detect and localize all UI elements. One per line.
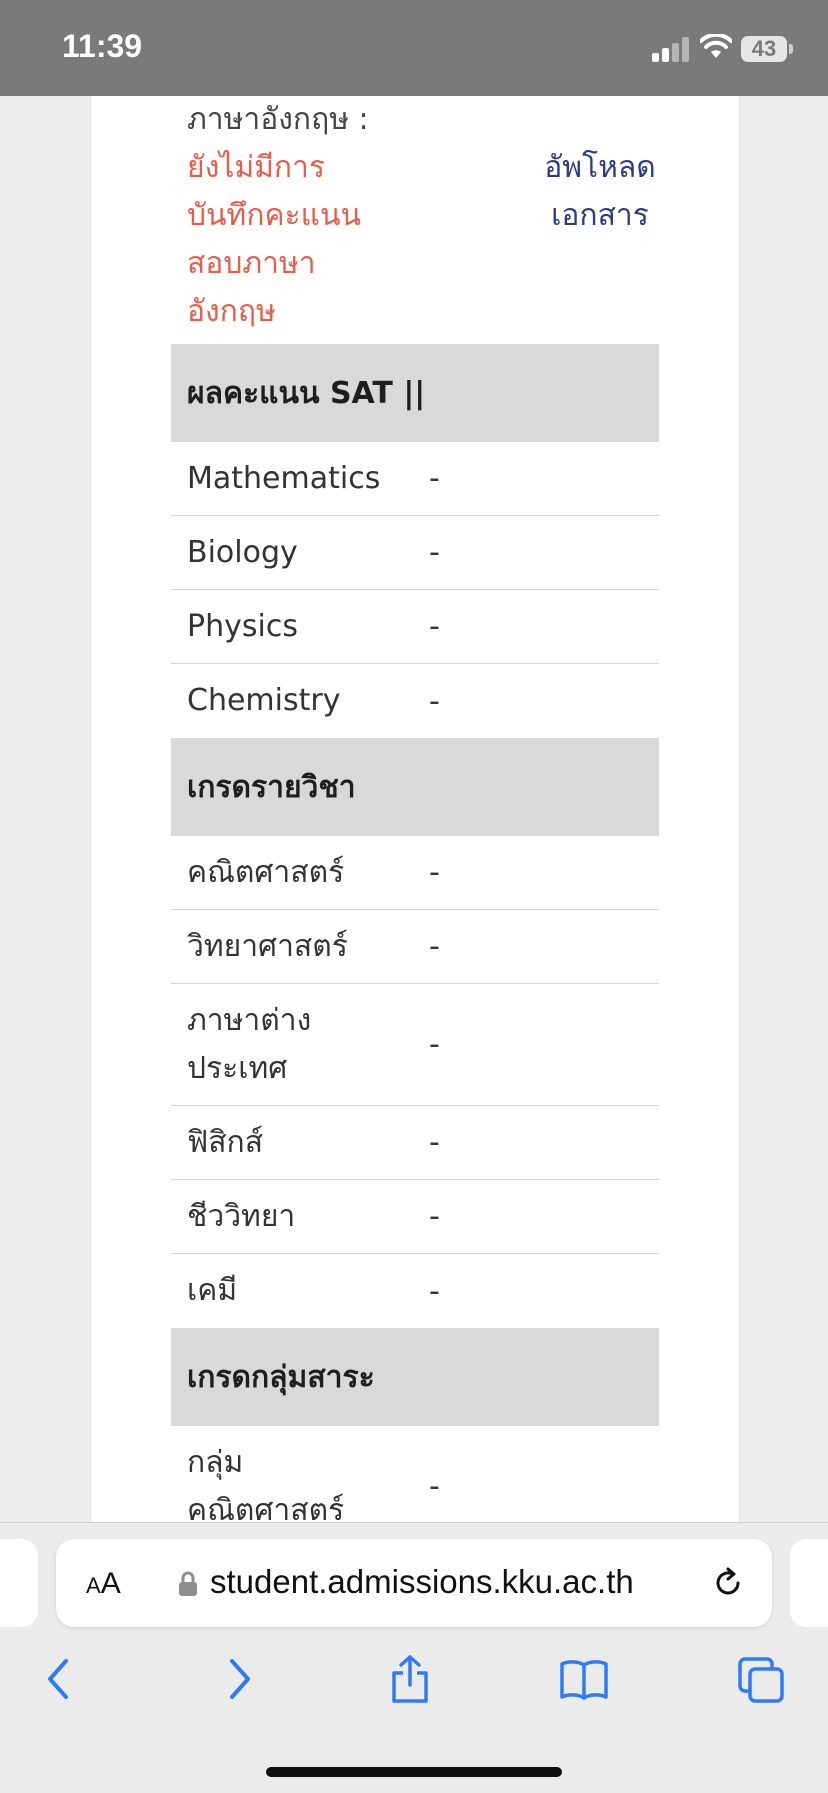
book-icon[interactable] [558, 1653, 610, 1705]
home-indicator[interactable] [266, 1767, 562, 1777]
row-value: - [429, 609, 440, 644]
upload-document-link[interactable]: อัพโหลด เอกสาร [525, 144, 675, 240]
battery-level: 43 [751, 36, 777, 61]
wifi-icon [700, 34, 732, 58]
row-value: - [429, 855, 440, 890]
row-value: - [429, 683, 440, 719]
battery-icon: 43 [741, 36, 787, 62]
scores-table: ผลคะแนน SAT || Mathematics - Biology - P… [171, 344, 659, 1522]
row-value: - [429, 1469, 440, 1504]
table-row: Biology - [171, 516, 659, 590]
row-label-line: ภาษาต่าง [187, 1002, 312, 1038]
table-row: ฟิสิกส์ - [171, 1106, 659, 1180]
row-label: ฟิสิกส์ [187, 1124, 264, 1160]
row-value: - [429, 929, 440, 964]
web-content[interactable]: ภาษาอังกฤษ : ยังไม่มีการ บันทึกคะแนน สอบ… [0, 96, 828, 1522]
table-row: เคมี - [171, 1254, 659, 1328]
english-score-block: ภาษาอังกฤษ : ยังไม่มีการ บันทึกคะแนน สอบ… [187, 96, 675, 344]
table-row: Physics - [171, 590, 659, 664]
row-label-line: คณิตศาสตร์ [187, 1492, 345, 1523]
row-label: วิทยาศาสตร์ [187, 928, 348, 964]
reader-aa-button[interactable]: AA [86, 1567, 121, 1601]
battery-tip [789, 44, 793, 54]
english-score-status: ยังไม่มีการ บันทึกคะแนน สอบภาษา อังกฤษ [187, 144, 397, 336]
browser-bar: AA student.admissions.kku.ac.th [0, 1522, 828, 1793]
table-row: คณิตศาสตร์ - [171, 836, 659, 910]
table-row: Chemistry - [171, 664, 659, 738]
chevron-right-icon[interactable] [218, 1653, 258, 1705]
english-score-label: ภาษาอังกฤษ : [187, 102, 369, 137]
row-label: ภาษาต่าง ประเทศ [171, 997, 429, 1093]
chevron-left-icon[interactable] [40, 1653, 80, 1705]
url-text: student.admissions.kku.ac.th [210, 1563, 634, 1600]
row-value: - [429, 1273, 440, 1309]
row-value: - [429, 535, 440, 570]
tabs-icon[interactable] [736, 1653, 786, 1705]
upload-link-line: อัพโหลด [544, 150, 656, 185]
row-value: - [429, 1027, 440, 1062]
cellular-signal-icon [652, 36, 690, 62]
row-label: คณิตศาสตร์ [187, 854, 345, 890]
row-label-line: ประเทศ [187, 1050, 288, 1086]
section-header-group-grades: เกรดกลุ่มสาระ [171, 1328, 659, 1426]
aa-large: A [100, 1567, 121, 1600]
status-line: อังกฤษ [187, 294, 276, 329]
table-row: กลุ่ม คณิตศาสตร์ - [171, 1426, 659, 1523]
upload-link-line: เอกสาร [551, 198, 649, 233]
table-row: Mathematics - [171, 442, 659, 516]
row-value: - [429, 1199, 440, 1234]
status-bar: 11:39 43 [0, 0, 828, 96]
row-value: - [429, 1125, 440, 1160]
share-icon[interactable] [388, 1653, 432, 1705]
status-line: สอบภาษา [187, 246, 316, 281]
row-label: ชีววิทยา [187, 1198, 296, 1234]
table-row: ภาษาต่าง ประเทศ - [171, 984, 659, 1106]
section-header-sat2: ผลคะแนน SAT || [171, 344, 659, 442]
table-row: ชีววิทยา - [171, 1180, 659, 1254]
row-label: Chemistry [187, 683, 341, 718]
lock-icon [179, 1571, 197, 1596]
table-row: วิทยาศาสตร์ - [171, 910, 659, 984]
row-label: Biology [187, 534, 298, 570]
row-label: Physics [187, 608, 298, 644]
row-label: เคมี [187, 1273, 238, 1308]
row-label: กลุ่ม คณิตศาสตร์ [171, 1439, 429, 1523]
section-header-subject-grades: เกรดรายวิชา [171, 738, 659, 836]
content-card: ภาษาอังกฤษ : ยังไม่มีการ บันทึกคะแนน สอบ… [90, 96, 740, 1522]
status-line: ยังไม่มีการ [187, 150, 325, 185]
row-value: - [429, 461, 440, 496]
status-line: บันทึกคะแนน [187, 198, 362, 233]
address-bar[interactable]: AA student.admissions.kku.ac.th [56, 1539, 772, 1627]
previous-tab-preview[interactable] [0, 1539, 38, 1627]
status-time: 11:39 [62, 28, 143, 64]
next-tab-preview[interactable] [790, 1539, 828, 1627]
aa-small: A [86, 1573, 101, 1598]
row-label-line: กลุ่ม [187, 1444, 244, 1480]
row-label: Mathematics [187, 460, 381, 496]
reload-icon[interactable] [710, 1565, 746, 1601]
